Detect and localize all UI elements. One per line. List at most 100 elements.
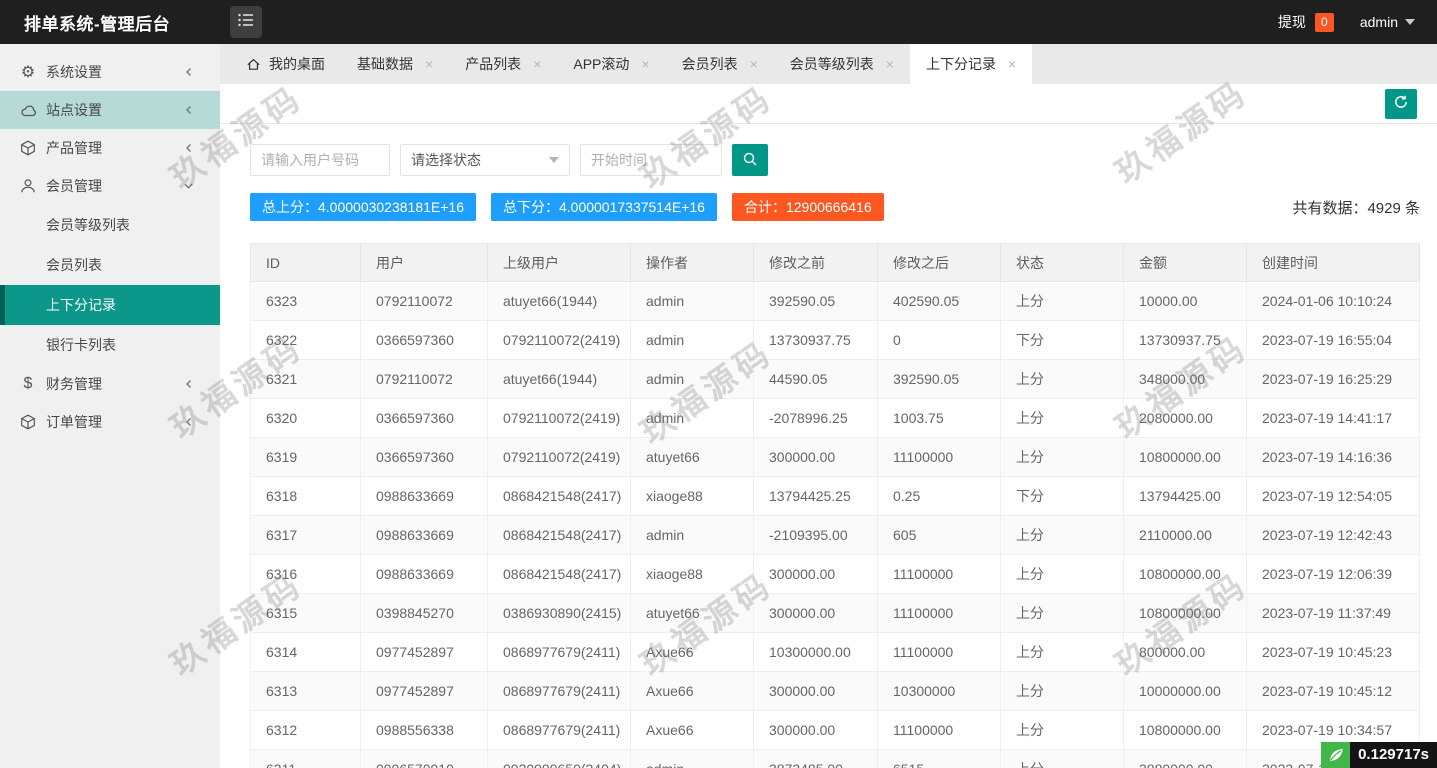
refresh-button[interactable] [1385,88,1417,119]
leaf-icon [1321,742,1351,768]
cell-user: 0996570910 [360,749,488,768]
cell-status: 上分 [1000,359,1124,399]
menu-toggle-button[interactable] [230,6,262,38]
cell-operator: admin [630,749,754,768]
tab-my-desktop[interactable]: 我的桌面 [230,44,341,84]
cell-amount: 10800000.00 [1123,554,1247,594]
cell-created-time: 2023-07-19 16:55:04 [1246,320,1420,360]
sidebar-subitem-label: 上下分记录 [46,297,116,313]
filter-bar: 请选择状态 [250,144,1420,176]
search-button[interactable] [732,144,768,176]
cell-created-time: 2023-07-19 10:45:12 [1246,671,1420,711]
close-icon[interactable]: × [1008,57,1016,71]
cell-amount: 2080000.00 [1123,398,1247,438]
cell-amount: 13730937.75 [1123,320,1247,360]
sidebar-item-up-down-records[interactable]: 上下分记录 [0,285,220,325]
cell-amount: 800000.00 [1123,632,1247,672]
cell-operator: Axue66 [630,671,754,711]
tab-app-scroll[interactable]: APP滚动 × [557,44,665,84]
total-up-chip[interactable]: 总上分：4.0000030238181E+16 [250,193,476,221]
home-icon [246,57,261,72]
cell-status: 上分 [1000,281,1124,321]
sidebar-item-bank-card-list[interactable]: 银行卡列表 [0,325,220,365]
sidebar-item-system-settings[interactable]: ⚙ 系统设置 [0,53,220,91]
cell-before: 300000.00 [753,554,878,594]
cell-operator: admin [630,515,754,555]
cell-before: 13730937.75 [753,320,878,360]
sidebar-item-member-list[interactable]: 会员列表 [0,245,220,285]
cell-amount: 348000.00 [1123,359,1247,399]
cell-created-time: 2023-07-19 14:41:17 [1246,398,1420,438]
tab-label: 基础数据 [357,56,413,72]
table-row: 6317 0988633669 0868421548(2417) admin -… [250,515,1420,555]
cell-after: 0.25 [877,476,1001,516]
cell-before: -2078996.25 [753,398,878,438]
cell-user: 0977452897 [360,671,488,711]
table-row: 6315 0398845270 0386930890(2415) atuyet6… [250,593,1420,633]
user-number-input[interactable] [250,144,390,176]
tab-member-list[interactable]: 会员列表 × [666,44,774,84]
withdraw-link[interactable]: 提现 0 [1278,12,1334,32]
sidebar-item-member-level-list[interactable]: 会员等级列表 [0,205,220,245]
table-row: 6321 0792110072 atuyet66(1944) admin 445… [250,359,1420,399]
app-window: 排单系统-管理后台 提现 0 admin ⚙ 系统设置 站点设置 产品管理 会员… [0,0,1437,768]
cell-before: 300000.00 [753,671,878,711]
cell-user: 0366597360 [360,320,488,360]
records-table: ID 用户 上级用户 操作者 修改之前 修改之后 状态 金额 创建时间 6323 0792110… [250,243,1420,768]
cell-created-time: 2023-07-19 10:45:23 [1246,632,1420,672]
column-header: 修改之前 [753,243,878,282]
tab-member-level-list[interactable]: 会员等级列表 × [774,44,910,84]
close-icon[interactable]: × [425,57,433,71]
status-select-value: 请选择状态 [411,152,481,168]
cell-status: 上分 [1000,710,1124,750]
cell-after: 0 [877,320,1001,360]
close-icon[interactable]: × [641,57,649,71]
user-menu[interactable]: admin [1360,14,1415,30]
table-body: 6323 0792110072 atuyet66(1944) admin 392… [250,281,1420,768]
sidebar-item-label: 系统设置 [46,64,102,80]
status-select[interactable]: 请选择状态 [400,144,570,176]
close-icon[interactable]: × [750,57,758,71]
chevron-left-icon [184,417,194,428]
sidebar: ⚙ 系统设置 站点设置 产品管理 会员管理 会员等级列表 会员列表 上下分记录 … [0,44,220,768]
sidebar-item-member-management[interactable]: 会员管理 [0,167,220,205]
refresh-icon [1393,94,1409,113]
sidebar-item-label: 站点设置 [46,102,102,118]
close-icon[interactable]: × [533,57,541,71]
table-row: 6316 0988633669 0868421548(2417) xiaoge8… [250,554,1420,594]
cell-amount: 10800000.00 [1123,437,1247,477]
cell-after: 6515 [877,749,1001,768]
cell-operator: admin [630,398,754,438]
close-icon[interactable]: × [886,57,894,71]
cell-parent-user: 0868421548(2417) [487,554,631,594]
sidebar-item-product-management[interactable]: 产品管理 [0,129,220,167]
chevron-down-icon [1405,19,1415,25]
app-title: 排单系统-管理后台 [24,14,171,34]
cell-after: 11100000 [877,593,1001,633]
sidebar-item-finance-management[interactable]: $ 财务管理 [0,365,220,403]
tab-bar: 我的桌面 基础数据 × 产品列表 × APP滚动 × 会员列表 × 会员等级列表… [220,44,1437,84]
total-sum-chip[interactable]: 合计：12900666416 [731,193,884,221]
cell-status: 上分 [1000,749,1124,768]
sidebar-item-order-management[interactable]: 订单管理 [0,403,220,441]
start-date-input[interactable] [580,144,722,176]
sidebar-item-label: 财务管理 [46,376,102,392]
cell-after: 10300000 [877,671,1001,711]
cell-id: 6313 [250,671,361,711]
cell-id: 6317 [250,515,361,555]
exec-time-badge: 0.129717s [1350,742,1437,768]
cell-user: 0988556338 [360,710,488,750]
cell-created-time: 2024-01-06 10:10:24 [1246,281,1420,321]
total-down-chip[interactable]: 总下分：4.0000017337514E+16 [490,193,717,221]
tab-up-down-records[interactable]: 上下分记录 × [909,44,1033,84]
cell-user: 0988633669 [360,476,488,516]
hamburger-icon [238,13,254,32]
total-sum-label: 合计： [743,199,786,215]
header-right: 提现 0 admin [1278,12,1437,32]
cell-operator: admin [630,320,754,360]
cell-before: 392590.05 [753,281,878,321]
cell-after: 1003.75 [877,398,1001,438]
tab-basic-data[interactable]: 基础数据 × [341,44,449,84]
sidebar-item-site-settings[interactable]: 站点设置 [0,91,220,129]
tab-product-list[interactable]: 产品列表 × [449,44,557,84]
